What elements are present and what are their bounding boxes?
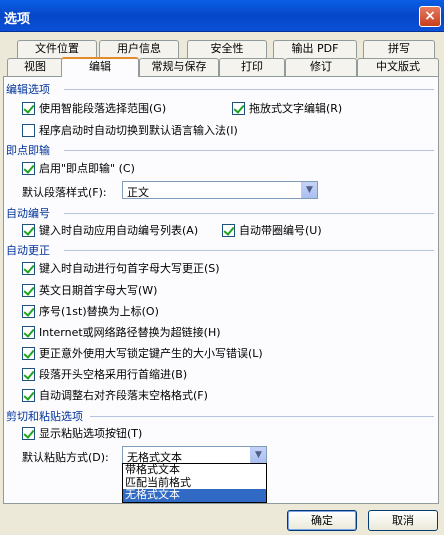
checkbox-capitalize-first[interactable]: 键入时自动进行句首字母大写更正(S)	[22, 261, 220, 275]
paste-option-formatted[interactable]: 带格式文本	[123, 464, 266, 477]
checkbox-smart-paragraph[interactable]: 使用智能段落选择范围(G)	[22, 101, 166, 115]
checkbox-auto-ime[interactable]: 程序启动时自动切换到默认语言输入法(I)	[22, 123, 238, 137]
checkbox-label: 使用智能段落选择范围(G)	[39, 102, 167, 115]
checkmark-icon	[22, 283, 35, 297]
chevron-down-icon[interactable]: ▼	[250, 447, 266, 463]
checkmark-icon	[232, 101, 245, 115]
checkbox-right-align-spaces[interactable]: 自动调整右对齐段落末空格格式(F)	[22, 388, 208, 402]
checkbox-show-paste-options[interactable]: 显示粘贴选项按钮(T)	[22, 426, 142, 440]
checkmark-icon	[22, 304, 35, 318]
section-auto-correct: 自动更正	[6, 244, 50, 257]
tab-print[interactable]: 打印	[219, 58, 285, 76]
tab-edit[interactable]: 编辑	[61, 57, 139, 77]
checkmark-icon	[222, 223, 235, 237]
checkbox-label: 启用"即点即输" (C)	[39, 162, 135, 175]
checkbox-caps-lock-fix[interactable]: 更正意外使用大写锁定键产生的大小写错误(L)	[22, 346, 263, 360]
checkbox-auto-number-list[interactable]: 键入时自动应用自动编号列表(A)	[22, 223, 198, 237]
checkbox-label: 自动带圈编号(U)	[239, 224, 322, 237]
default-paste-select[interactable]: 无格式文本 ▼	[122, 446, 267, 464]
checkbox-hyperlinks[interactable]: Internet或网络路径替换为超链接(H)	[22, 325, 221, 339]
section-click-type: 即点即输	[6, 144, 50, 157]
checkbox-label: 自动调整右对齐段落末空格格式(F)	[39, 389, 208, 402]
tab-user-info[interactable]: 用户信息	[99, 40, 179, 58]
divider	[64, 89, 434, 90]
default-style-label: 默认段落样式(F):	[22, 186, 107, 199]
paste-option-plain-text[interactable]: 无格式文本	[123, 489, 266, 502]
checkbox-label: 键入时自动进行句首字母大写更正(S)	[39, 262, 220, 275]
title-bar: 选项 ×	[0, 0, 444, 32]
checkmark-icon	[22, 261, 35, 275]
tab-security[interactable]: 安全性	[187, 40, 267, 58]
default-style-select[interactable]: 正文 ▼	[122, 181, 318, 199]
section-auto-number: 自动编号	[6, 207, 50, 220]
checkmark-icon	[22, 388, 35, 402]
tab-row-back: 文件位置 用户信息 安全性 输出 PDF 拼写	[3, 40, 439, 58]
checkbox-leading-space-indent[interactable]: 段落开头空格采用行首缩进(B)	[22, 367, 187, 381]
checkbox-box-icon	[22, 123, 35, 137]
tab-chinese-layout[interactable]: 中文版式	[357, 58, 439, 76]
checkmark-icon	[22, 161, 35, 175]
tab-export-pdf[interactable]: 输出 PDF	[273, 40, 357, 58]
checkbox-click-and-type[interactable]: 启用"即点即输" (C)	[22, 161, 135, 175]
checkbox-label: 段落开头空格采用行首缩进(B)	[39, 368, 188, 381]
checkbox-label: 键入时自动应用自动编号列表(A)	[39, 224, 199, 237]
checkmark-icon	[22, 101, 35, 115]
section-edit-options: 编辑选项	[6, 83, 50, 96]
checkbox-capitalize-dates[interactable]: 英文日期首字母大写(W)	[22, 283, 157, 297]
checkmark-icon	[22, 367, 35, 381]
paste-dropdown-list: 带格式文本 匹配当前格式 无格式文本	[122, 463, 267, 503]
checkbox-label: 更正意外使用大写锁定键产生的大小写错误(L)	[39, 347, 263, 360]
ok-button[interactable]: 确定	[287, 510, 357, 531]
checkbox-label: 显示粘贴选项按钮(T)	[39, 427, 143, 440]
watermark-logo	[360, 495, 444, 535]
chevron-down-icon[interactable]: ▼	[301, 182, 317, 198]
tab-view[interactable]: 视图	[7, 58, 63, 76]
divider	[64, 213, 434, 214]
checkbox-label: 拖放式文字编辑(R)	[249, 102, 343, 115]
checkbox-label: 序号(1st)替换为上标(O)	[39, 305, 159, 318]
window-title: 选项	[4, 12, 31, 27]
divider	[64, 150, 434, 151]
tab-file-locations[interactable]: 文件位置	[17, 40, 97, 58]
checkmark-icon	[22, 346, 35, 360]
tab-spelling[interactable]: 拼写	[363, 40, 435, 58]
default-style-value: 正文	[127, 186, 149, 199]
divider	[64, 250, 434, 251]
tab-revisions[interactable]: 修订	[285, 58, 357, 76]
close-icon: ×	[424, 8, 436, 24]
checkbox-circled-number[interactable]: 自动带圈编号(U)	[222, 223, 322, 237]
checkmark-icon	[22, 223, 35, 237]
tab-general-save[interactable]: 常规与保存	[139, 58, 219, 76]
checkbox-label: 程序启动时自动切换到默认语言输入法(I)	[39, 124, 238, 137]
divider	[90, 416, 434, 417]
checkmark-icon	[22, 325, 35, 339]
checkbox-drag-drop[interactable]: 拖放式文字编辑(R)	[232, 101, 342, 115]
section-cut-paste: 剪切和粘贴选项	[6, 410, 83, 423]
checkmark-icon	[22, 426, 35, 440]
close-button[interactable]: ×	[419, 6, 441, 27]
checkbox-label: 英文日期首字母大写(W)	[39, 284, 158, 297]
tab-row-front: 视图 编辑 常规与保存 打印 修订 中文版式	[3, 57, 439, 77]
default-paste-label: 默认粘贴方式(D):	[22, 451, 109, 464]
checkbox-ordinal-superscript[interactable]: 序号(1st)替换为上标(O)	[22, 304, 159, 318]
checkbox-label: Internet或网络路径替换为超链接(H)	[39, 326, 221, 339]
